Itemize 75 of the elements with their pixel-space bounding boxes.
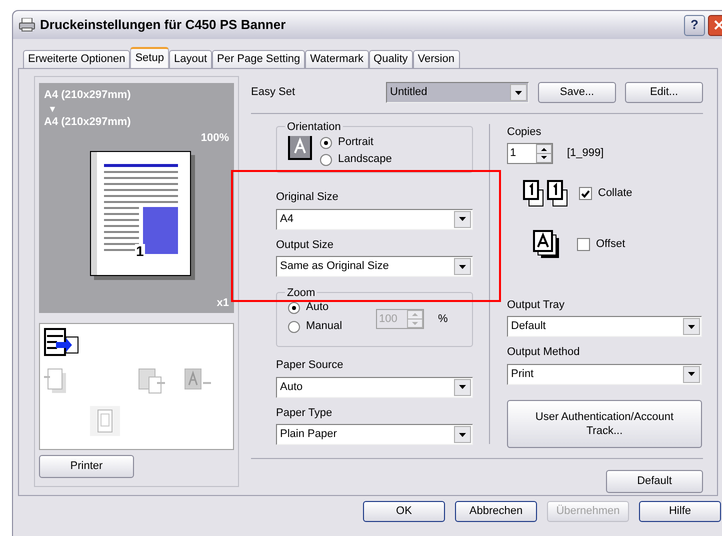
help-button[interactable]: ? (684, 14, 705, 36)
page-number: 1 (135, 244, 145, 258)
zoom-percentage: 100% (200, 131, 229, 146)
copies-spinner[interactable]: 1 (507, 142, 553, 164)
printer-button[interactable]: Printer (39, 455, 134, 478)
copies-range: [1_999] (567, 146, 604, 161)
spin-arrows-icon (536, 144, 552, 162)
caret-down-icon (459, 432, 466, 436)
dropdown[interactable]: A4 (276, 208, 473, 230)
stacked-pages-icon (533, 230, 561, 260)
tab[interactable]: Per Page Setting (212, 50, 306, 68)
tab[interactable]: Watermark (305, 50, 369, 68)
field-label: Output Method (507, 345, 581, 360)
original-size-text: A4 (210x297mm) (44, 88, 132, 103)
dropdown-arrow-button[interactable] (454, 378, 471, 396)
field-label: Paper Type (276, 406, 334, 420)
document-arrow-icon (136, 367, 166, 395)
printer-output-icon (44, 328, 80, 358)
field-label: Paper Source (276, 358, 344, 373)
copies-label: Copies (507, 125, 542, 140)
easy-set-button[interactable]: Edit... (625, 82, 703, 103)
watermark-page-icon (90, 406, 120, 436)
dropdown[interactable]: Default (507, 316, 702, 337)
dialog-button[interactable]: Abbrechen (455, 501, 537, 522)
dropdown-arrow-button[interactable] (454, 258, 471, 275)
portrait-page-icon (288, 134, 312, 160)
field-label: Original Size (276, 190, 340, 205)
tab[interactable]: Setup (130, 47, 169, 68)
dropdown-arrow-button[interactable] (454, 210, 471, 228)
tab[interactable]: Layout (168, 50, 212, 68)
radio-label: Portrait (338, 135, 374, 150)
tab[interactable]: Quality (368, 50, 413, 68)
caret-down-icon (459, 264, 466, 268)
radio-label: Manual (306, 319, 342, 334)
caret-down-icon (688, 372, 695, 376)
checkbox-label: Offset (596, 237, 626, 252)
dropdown[interactable]: Auto (276, 376, 473, 398)
radio-label: Auto (306, 300, 329, 316)
caret-down-icon (459, 385, 466, 389)
arrow-glyph: ▼ (48, 104, 58, 114)
dropdown-arrow-button[interactable] (683, 318, 700, 335)
field-label: Output Size (276, 238, 334, 252)
easy-set-button[interactable]: Save... (538, 82, 616, 103)
dialog-button[interactable]: OK (363, 501, 445, 522)
user-authentication-button[interactable]: User Authentication/Account Track... (507, 400, 702, 448)
default-button[interactable]: Default (606, 470, 703, 492)
zoom-unit: % (438, 312, 448, 327)
easy-set-label: Easy Set (251, 85, 296, 100)
copies-count: x1 (216, 296, 229, 310)
close-icon (714, 20, 722, 30)
caret-down-icon (688, 324, 695, 328)
dropdown-arrow-button[interactable] (510, 84, 527, 101)
printer-icon (19, 18, 35, 32)
tab[interactable]: Erweiterte Optionen (23, 50, 130, 68)
dropdown[interactable]: Untitled (386, 82, 529, 103)
checkbox-label: Collate (598, 186, 632, 202)
group-legend: Orientation (285, 119, 343, 136)
checkbox[interactable] (577, 238, 590, 251)
radio-button[interactable] (320, 154, 332, 166)
checkbox[interactable] (579, 187, 592, 200)
output-size-text: A4 (210x297mm) (44, 114, 132, 130)
field-label: Output Tray (507, 298, 566, 312)
radio-label: Landscape (338, 152, 392, 168)
caret-down-icon (459, 217, 466, 221)
caret-down-icon (515, 90, 522, 94)
radio-button[interactable] (320, 136, 332, 148)
dropdown-arrow-button[interactable] (454, 426, 471, 443)
dropdown[interactable]: Print (507, 364, 702, 384)
dropdown[interactable]: Same as Original Size (276, 256, 473, 277)
dialog-button[interactable]: Hilfe (639, 501, 721, 522)
tab[interactable]: Version (412, 50, 460, 68)
window-title: Druckeinstellungen für C450 PS Banner (40, 16, 287, 34)
spin-arrows-icon (407, 310, 423, 328)
dropdown-arrow-button[interactable] (683, 366, 700, 382)
dropdown[interactable]: Plain Paper (276, 424, 473, 445)
